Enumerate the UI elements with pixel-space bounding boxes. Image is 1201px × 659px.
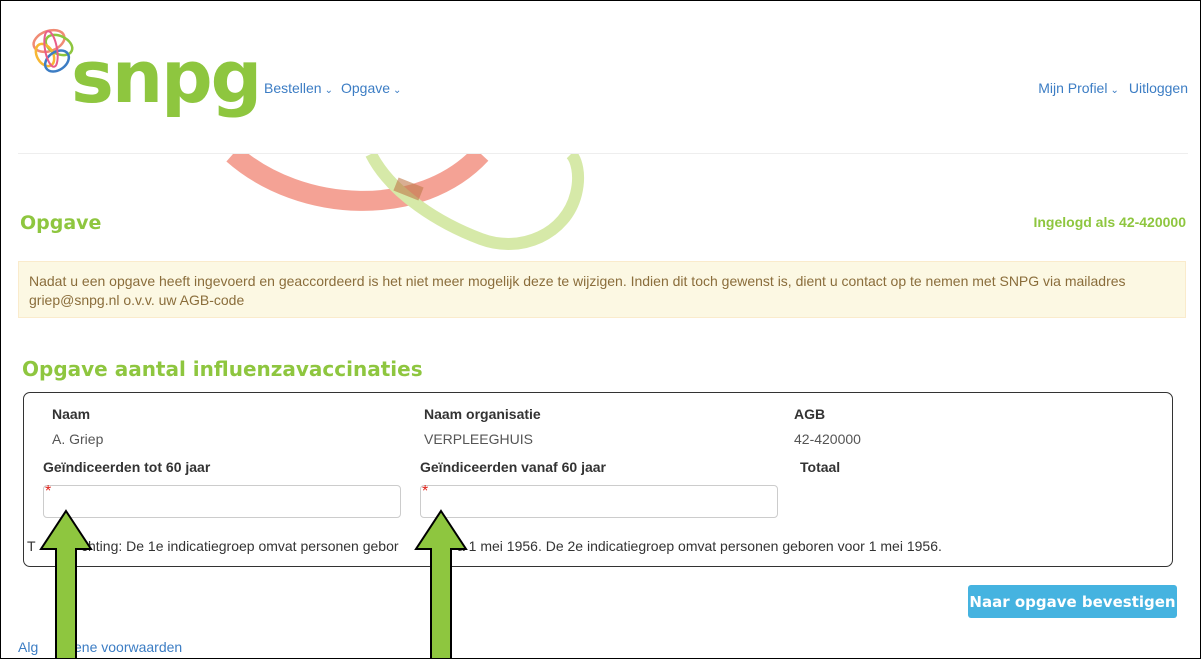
nav-mijn-profiel-label: Mijn Profiel <box>1038 80 1108 96</box>
nav-opgave[interactable]: Opgave ⌄ <box>341 80 401 96</box>
organisatie-value: VERPLEEGHUIS <box>424 431 533 447</box>
nav-uitloggen[interactable]: Uitloggen <box>1129 80 1188 96</box>
agb-value: 42-420000 <box>794 431 861 447</box>
agb-label: AGB <box>794 406 826 422</box>
warning-alert: Nadat u een opgave heeft ingevoerd en ge… <box>18 261 1186 318</box>
naam-value: A. Griep <box>52 431 104 447</box>
header-divider <box>18 153 1188 154</box>
background-rings-decoration <box>226 154 585 250</box>
footer-link-start[interactable]: Alg <box>18 639 38 655</box>
section-title: Opgave aantal influenzavaccinaties <box>22 357 423 381</box>
chevron-down-icon: ⌄ <box>1110 85 1119 96</box>
required-asterisk-icon: * <box>45 483 52 500</box>
nav-bestellen[interactable]: Bestellen ⌄ <box>264 80 333 96</box>
user-nav: Mijn Profiel ⌄ Uitloggen <box>1038 80 1188 96</box>
field-tot-60-label: Geïndiceerden tot 60 jaar <box>43 459 211 475</box>
page-frame: snpg Bestellen ⌄ Opgave ⌄ Mijn Profiel ⌄ Ui… <box>0 0 1201 659</box>
field-vanaf-60-label: Geïndiceerden vanaf 60 jaar <box>420 459 606 475</box>
main-nav: Bestellen ⌄ Opgave ⌄ <box>264 80 401 96</box>
confirm-opgave-button[interactable]: Naar opgave bevestigen <box>968 585 1177 618</box>
vanaf-60-input[interactable]: * <box>420 483 778 518</box>
footer-link-end[interactable]: ene voorwaarden <box>74 639 182 655</box>
logged-in-status: Ingelogd als 42-420000 <box>1033 214 1186 230</box>
organisatie-label: Naam organisatie <box>424 406 541 422</box>
required-asterisk-icon: * <box>422 483 429 500</box>
nav-bestellen-label: Bestellen <box>264 80 322 96</box>
chevron-down-icon: ⌄ <box>324 85 333 96</box>
naam-label: Naam <box>52 406 91 422</box>
note-fragment-end: a 1 mei 1956. De 2e indicatiegroep omvat… <box>457 538 942 554</box>
tot-60-input[interactable]: * <box>43 483 401 518</box>
page-title: Opgave <box>20 212 102 234</box>
nav-mijn-profiel[interactable]: Mijn Profiel ⌄ <box>1038 80 1119 96</box>
note-fragment-start: T <box>27 538 36 554</box>
note-fragment-mid: chting: De 1e indicatiegroep omvat perso… <box>81 538 399 554</box>
totaal-label: Totaal <box>800 459 841 475</box>
logo-wordmark[interactable]: snpg <box>71 41 262 113</box>
nav-opgave-label: Opgave <box>340 80 391 96</box>
chevron-down-icon: ⌄ <box>393 85 402 96</box>
